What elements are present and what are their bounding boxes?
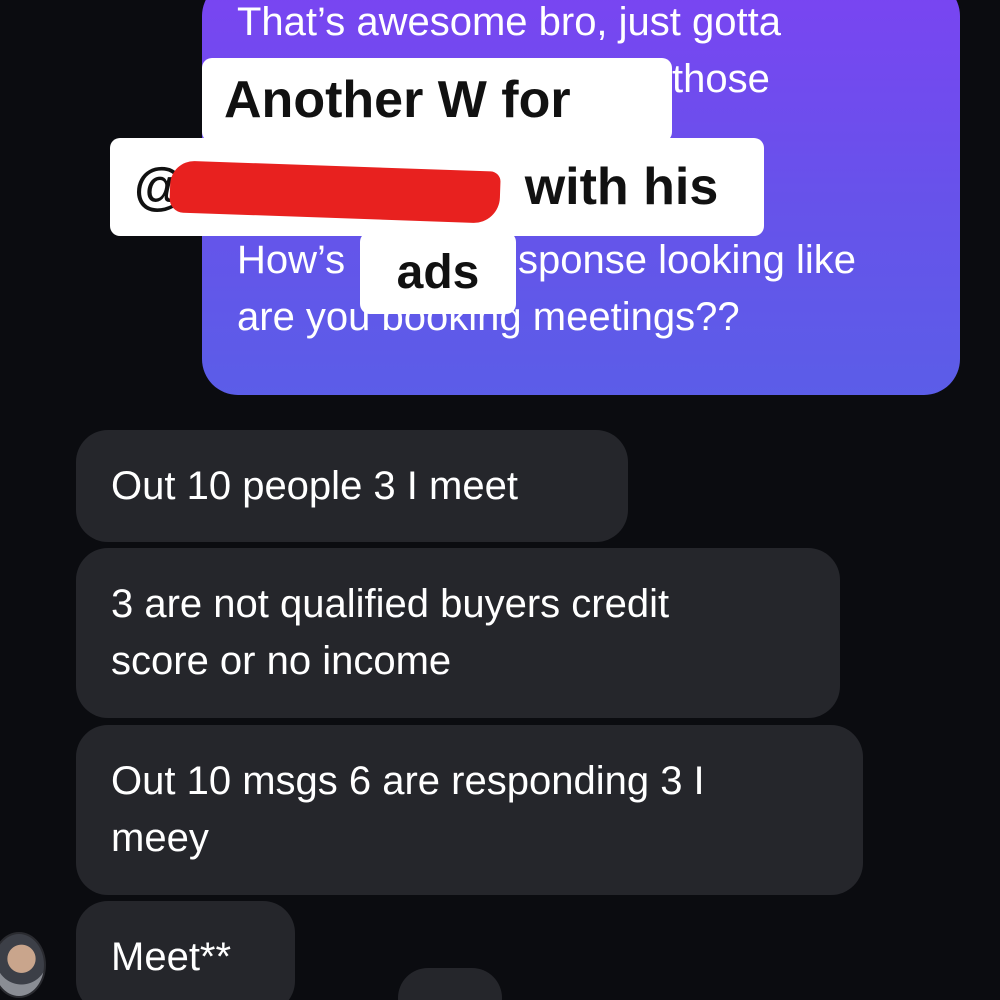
chat-thread: That’s awesome bro, just gotta those How…	[0, 0, 1000, 1000]
caption-text: with his	[524, 158, 719, 216]
received-message-bubble[interactable]: 3 are not qualified buyers credit score …	[76, 548, 840, 718]
sent-message-line: How’s	[237, 238, 346, 282]
caption-text: ads	[396, 246, 480, 299]
caption-text: Another W for	[224, 71, 571, 129]
received-message-text: score or no income	[111, 639, 452, 683]
received-message-text: meey	[111, 816, 209, 860]
received-message-text: Out 10 people 3 I meet	[111, 464, 518, 508]
received-message-bubble[interactable]: Out 10 people 3 I meet	[76, 430, 628, 542]
received-message-text: 3 are not qualified buyers credit	[111, 582, 670, 626]
caption-overlay-line-3: ads	[360, 232, 516, 314]
received-message-bubble[interactable]: Meet**	[76, 901, 295, 1000]
sent-message-line: sponse looking like	[518, 238, 856, 282]
sent-message-line: That’s awesome bro, just gotta	[237, 0, 781, 44]
partial-message-bubble	[398, 968, 502, 1000]
sender-avatar[interactable]	[0, 932, 46, 998]
received-message-bubble[interactable]: Out 10 msgs 6 are responding 3 I meey	[76, 725, 863, 895]
caption-overlay-line-1: Another W for	[202, 58, 672, 142]
sent-message-line: those	[672, 57, 770, 101]
received-message-text: Meet**	[111, 935, 232, 979]
received-message-text: Out 10 msgs 6 are responding 3 I	[111, 759, 705, 803]
